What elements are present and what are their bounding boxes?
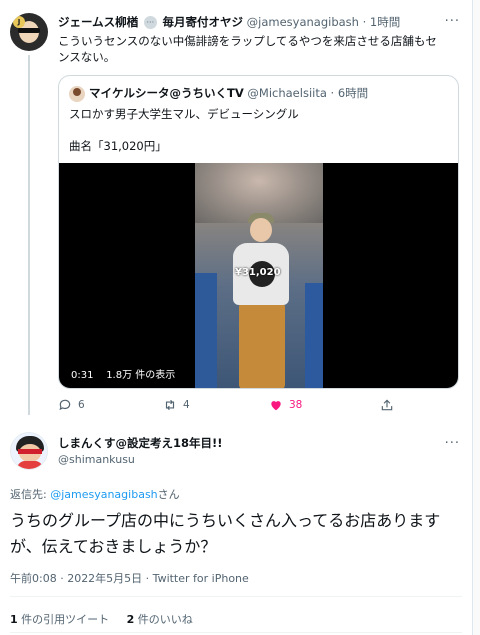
likes-link[interactable]: 2 件のいいね — [127, 613, 193, 626]
video-player[interactable]: ¥31,020 0:31 1.8万 件の表示 — [59, 163, 458, 388]
like-count: 38 — [289, 399, 303, 411]
quoted-author-name: マイケルシータ@うちいくTV — [89, 86, 244, 100]
retweet-count: 4 — [183, 399, 190, 411]
more-options-icon[interactable]: ··· — [445, 436, 460, 451]
tweet-actions: 6 4 38 — [58, 398, 458, 418]
video-meta: 0:31 1.8万 件の表示 — [71, 366, 175, 381]
quoted-text-line1: スロかす男子大学生マル、デビューシングル — [69, 107, 299, 121]
tweet-text: うちのグループ店の中にうちいくさん入ってるお店ありますが、伝えておきましょうか？ — [10, 511, 441, 556]
scrollbar[interactable] — [472, 0, 480, 635]
avatar[interactable] — [10, 432, 48, 470]
reply-context: 返信先: @jamesyanagibashさん — [10, 488, 180, 501]
more-options-icon[interactable]: ··· — [445, 14, 460, 29]
tweet-timestamp[interactable]: 午前0:08 · 2022年5月5日 · Twitter for iPhone — [10, 570, 249, 586]
author-handle[interactable]: @jamesyanagibash — [247, 15, 359, 29]
quoted-text-line2: 曲名「31,020円」 — [69, 139, 167, 153]
like-button[interactable]: 38 — [269, 398, 302, 412]
video-duration: 0:31 — [71, 370, 94, 381]
author-name[interactable]: ジェームス柳楢 — [58, 15, 138, 29]
share-button[interactable] — [380, 398, 394, 412]
divider — [10, 596, 462, 597]
video-overlay-text: ¥31,020 — [235, 267, 281, 278]
quoted-handle: @Michaelsiita — [247, 86, 327, 100]
avatar[interactable]: J — [10, 13, 48, 51]
tweet-stats: 1 件の引用ツイート 2 件のいいね — [10, 611, 193, 627]
tweet-thread-page: J ジェームス柳楢 ··· 毎月寄付オヤジ @jamesyanagibash ·… — [0, 0, 480, 635]
reply-button[interactable]: 6 — [58, 398, 85, 412]
retweet-icon — [165, 399, 175, 411]
share-icon — [381, 399, 393, 411]
author-name[interactable]: しまんくす@設定考え18年目!! — [58, 435, 223, 451]
reply-count: 6 — [78, 399, 85, 411]
video-frame: ¥31,020 — [195, 163, 323, 388]
heart-icon — [271, 401, 281, 411]
thread-connector — [28, 55, 30, 415]
emoji-icon: ··· — [143, 16, 157, 29]
divider — [10, 632, 462, 633]
author-badge[interactable]: 毎月寄付オヤジ — [162, 15, 243, 29]
tweet-text: こういうセンスのない中傷誹謗をラップしてるやつを来店させる店舗もセ ンスない。 — [58, 34, 437, 64]
retweet-button[interactable]: 4 — [163, 398, 190, 412]
quoted-header: マイケルシータ@うちいくTV @Michaelsiita · 6時間 — [89, 86, 369, 100]
video-views: 1.8万 件の表示 — [106, 370, 176, 381]
quoted-avatar — [69, 86, 85, 102]
author-handle[interactable]: @shimankusu — [58, 453, 135, 466]
quoted-tweet-card[interactable]: マイケルシータ@うちいくTV @Michaelsiita · 6時間 スロかす男… — [58, 75, 459, 389]
quote-tweets-link[interactable]: 1 件の引用ツイート — [10, 613, 109, 626]
reply-mention-link[interactable]: @jamesyanagibash — [50, 488, 157, 501]
quoted-time: 6時間 — [337, 86, 369, 100]
reply-icon — [59, 399, 71, 411]
tweet-time[interactable]: 1時間 — [370, 15, 400, 29]
tweet-header: ジェームス柳楢 ··· 毎月寄付オヤジ @jamesyanagibash · 1… — [58, 15, 401, 29]
